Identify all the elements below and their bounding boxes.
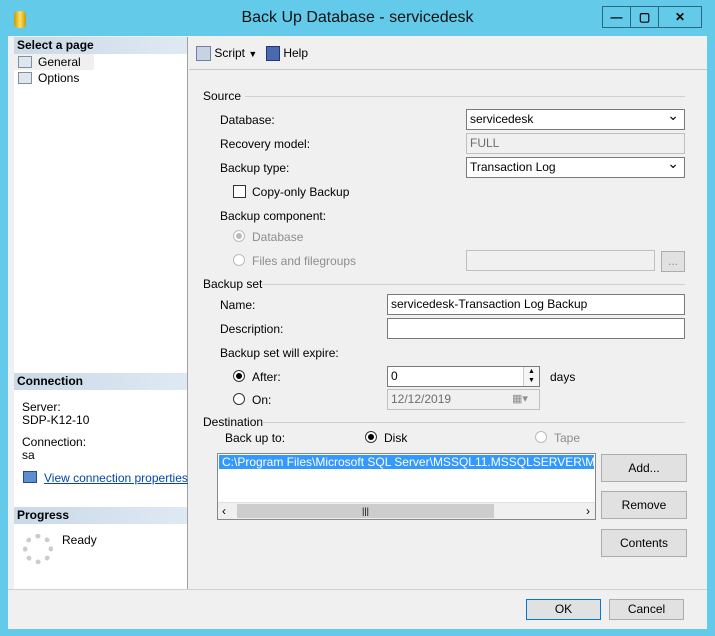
connection-properties-icon (23, 471, 37, 483)
expire-on-radio[interactable] (233, 393, 245, 405)
component-database-label: Database (252, 230, 304, 244)
help-button[interactable]: Help (266, 45, 308, 63)
database-label: Database: (220, 113, 275, 127)
expire-after-radio[interactable] (233, 370, 245, 382)
backup-set-header: Backup set (203, 277, 263, 291)
close-button[interactable]: ✕ (658, 6, 702, 28)
calendar-icon: ▦▾ (512, 393, 528, 405)
server-value: SDP-K12-10 (22, 413, 90, 427)
remove-button[interactable]: Remove (601, 491, 687, 519)
page-icon (18, 56, 32, 68)
days-label: days (550, 370, 576, 384)
description-input[interactable] (387, 318, 685, 339)
dropdown-arrow-icon[interactable]: ▼ (248, 49, 257, 59)
server-label: Server: (22, 400, 61, 414)
connection-label: Connection: (22, 435, 87, 449)
add-button[interactable]: Add... (601, 454, 687, 482)
sidebar-item-label: Options (38, 71, 80, 85)
destination-header: Destination (203, 415, 264, 429)
backup-to-label: Back up to: (225, 431, 286, 445)
database-select[interactable]: servicedesk (466, 109, 685, 130)
horizontal-scrollbar[interactable]: ‹ ||| › (218, 502, 595, 519)
recovery-model-label: Recovery model: (220, 137, 311, 151)
tape-label: Tape (554, 431, 581, 445)
progress-status: Ready (62, 533, 97, 547)
backup-type-label: Backup type: (220, 161, 290, 175)
recovery-model-field: FULL (466, 133, 685, 154)
tape-radio[interactable] (535, 431, 547, 443)
component-database-radio[interactable] (233, 230, 245, 242)
help-label: Help (283, 46, 309, 60)
backup-type-select[interactable]: Transaction Log (466, 157, 685, 178)
connection-header: Connection (14, 373, 187, 390)
help-icon (266, 46, 280, 62)
script-button[interactable]: Script ▼ (196, 45, 257, 63)
sidebar-item-options[interactable]: Options (14, 70, 187, 86)
copy-only-label: Copy-only Backup (252, 185, 350, 199)
view-connection-properties-link[interactable]: View connection properties (44, 471, 188, 485)
minimize-button[interactable]: — (602, 6, 631, 28)
scrollbar-thumb[interactable]: ||| (237, 504, 494, 518)
cancel-button[interactable]: Cancel (609, 599, 684, 620)
filegroups-field (466, 250, 655, 271)
script-icon (196, 46, 211, 62)
destination-list[interactable]: C:\Program Files\Microsoft SQL Server\MS… (217, 453, 596, 520)
progress-header: Progress (14, 507, 187, 524)
expire-days-stepper[interactable]: 0 (387, 366, 540, 387)
backup-component-label: Backup component: (220, 209, 327, 223)
progress-spinner-icon (23, 534, 53, 564)
connection-value: sa (22, 448, 35, 462)
description-label: Description: (220, 322, 284, 336)
contents-button[interactable]: Contents (601, 529, 687, 557)
source-header: Source (203, 89, 242, 103)
select-page-header: Select a page (14, 37, 187, 54)
script-label: Script (214, 46, 246, 60)
list-item[interactable]: C:\Program Files\Microsoft SQL Server\MS… (219, 455, 594, 469)
stepper-arrows-icon[interactable]: ▲ ▼ (523, 367, 539, 386)
maximize-button[interactable]: ▢ (630, 6, 659, 28)
scroll-right-icon[interactable]: › (586, 504, 590, 518)
component-files-label: Files and filegroups (252, 254, 357, 268)
sidebar: Select a page General Options Connection… (14, 37, 188, 589)
backup-name-input[interactable]: servicedesk-Transaction Log Backup (387, 294, 685, 315)
ok-button[interactable]: OK (526, 599, 601, 620)
page-icon (18, 72, 32, 84)
name-label: Name: (220, 298, 256, 312)
component-files-radio[interactable] (233, 254, 245, 266)
disk-label: Disk (384, 431, 408, 445)
browse-filegroups-button[interactable]: ... (661, 251, 685, 272)
scroll-left-icon[interactable]: ‹ (222, 504, 226, 518)
on-label: On: (252, 393, 272, 407)
copy-only-checkbox[interactable] (233, 185, 246, 198)
expire-label: Backup set will expire: (220, 346, 339, 360)
after-label: After: (252, 370, 281, 384)
sidebar-item-label: General (38, 55, 81, 69)
disk-radio[interactable] (365, 431, 377, 443)
sidebar-item-general[interactable]: General (14, 54, 94, 70)
